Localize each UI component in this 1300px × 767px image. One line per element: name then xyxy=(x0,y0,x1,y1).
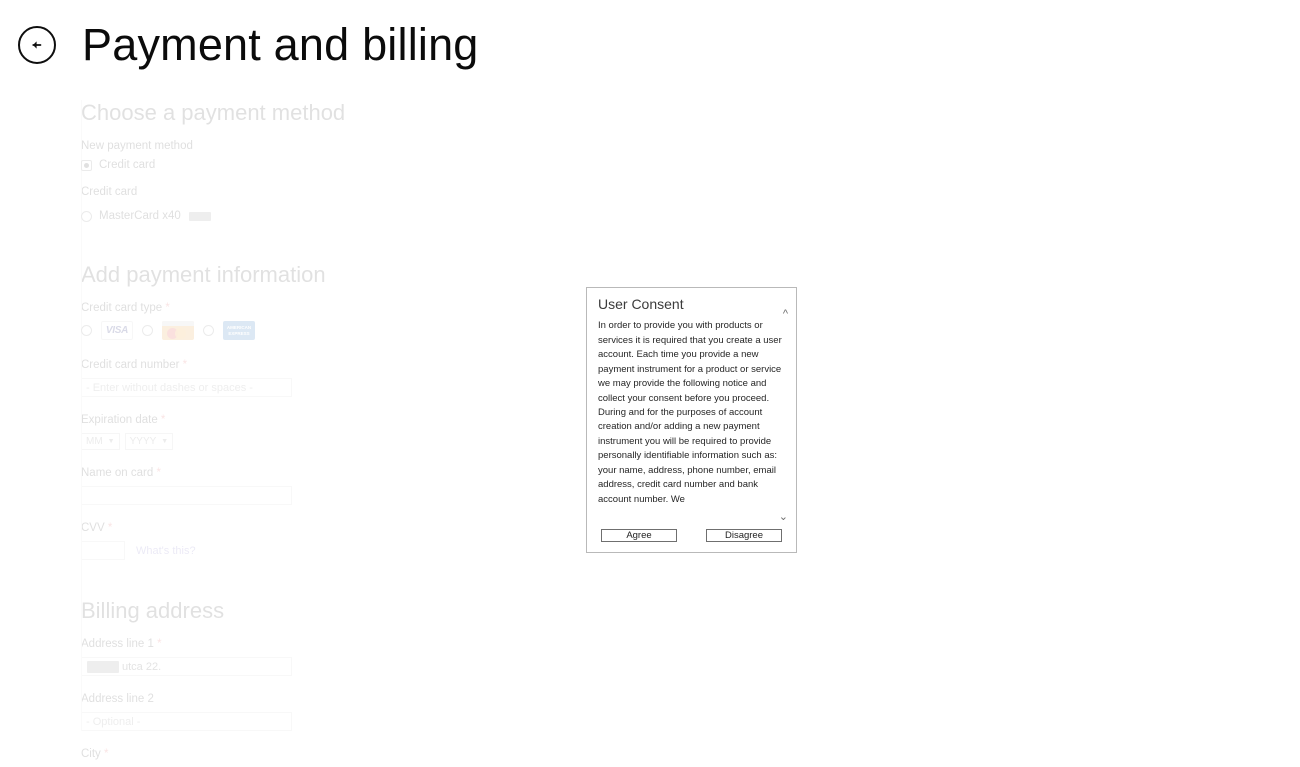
name-on-card-input[interactable] xyxy=(81,486,292,506)
saved-credit-card-label: Credit card xyxy=(81,186,138,199)
section-title-add-payment-information: Add payment information xyxy=(81,262,326,288)
city-label: City * xyxy=(81,748,109,761)
expiration-month-select[interactable]: MM ▼ xyxy=(81,433,120,451)
chevron-down-icon: ▼ xyxy=(107,438,115,446)
cvv-row: What's this? xyxy=(81,541,560,561)
name-on-card-label: Name on card * xyxy=(81,467,161,480)
user-consent-dialog-title: User Consent xyxy=(598,296,684,312)
radio-icon-card-type-mastercard[interactable] xyxy=(142,325,153,337)
address-line-1-value: utca 22. xyxy=(122,660,162,673)
radio-icon-card-type-amex[interactable] xyxy=(203,325,214,337)
agree-button[interactable]: Agree xyxy=(601,529,677,542)
user-consent-dialog-text: In order to provide you with products or… xyxy=(598,320,782,505)
cvv-label: CVV * xyxy=(81,522,113,535)
section-title-choose-payment-method: Choose a payment method xyxy=(81,100,346,125)
visa-logo-icon[interactable]: VISA xyxy=(101,321,133,341)
expiration-date-selects: MM ▼ YYYY ▼ xyxy=(81,433,560,451)
chevron-down-icon[interactable]: ⌄ xyxy=(779,512,788,523)
user-consent-dialog: User Consent ^ In order to provide you w… xyxy=(586,287,797,553)
required-marker: * xyxy=(182,359,188,372)
redaction-block-address xyxy=(87,660,119,673)
radio-option-credit-card[interactable]: Credit card xyxy=(81,159,560,171)
back-arrow-circle-icon[interactable] xyxy=(18,25,56,64)
required-marker: * xyxy=(165,302,170,315)
page-header: Payment and billing xyxy=(0,0,479,67)
credit-card-type-options: VISA AMERICAN EXPRESS xyxy=(81,321,560,341)
required-marker: * xyxy=(156,467,161,480)
left-rail-divider xyxy=(81,100,82,731)
radio-icon-saved-mastercard[interactable] xyxy=(81,210,92,222)
radio-option-saved-mastercard[interactable]: MasterCard x40 xyxy=(81,210,560,222)
redaction-block-card-digits xyxy=(188,211,211,221)
radio-icon-credit-card[interactable] xyxy=(81,159,92,171)
required-marker: * xyxy=(107,522,113,535)
user-consent-dialog-footer: Agree Disagree xyxy=(587,529,796,552)
payment-form-pane: Choose a payment method New payment meth… xyxy=(0,100,560,767)
address-line-1-label: Address line 1 * xyxy=(81,638,162,651)
credit-card-number-label: Credit card number * xyxy=(81,359,188,372)
new-payment-method-label: New payment method xyxy=(81,140,193,153)
user-consent-dialog-body[interactable]: In order to provide you with products or… xyxy=(587,314,796,529)
page-title: Payment and billing xyxy=(82,19,479,70)
mastercard-logo-icon[interactable] xyxy=(162,321,194,341)
required-marker: * xyxy=(160,414,166,427)
required-marker: * xyxy=(157,638,162,651)
expiration-year-value: YYYY xyxy=(129,436,157,448)
amex-logo-icon[interactable]: AMERICAN EXPRESS xyxy=(223,321,255,341)
cvv-input[interactable] xyxy=(81,541,125,561)
whats-this-link[interactable]: What's this? xyxy=(136,545,196,557)
expiration-year-select[interactable]: YYYY ▼ xyxy=(124,433,174,451)
user-consent-dialog-header: User Consent ^ xyxy=(587,288,796,320)
disagree-button[interactable]: Disagree xyxy=(706,529,782,542)
credit-card-number-input[interactable]: - Enter without dashes or spaces - xyxy=(81,378,292,398)
address-line-2-placeholder: - Optional - xyxy=(86,715,141,728)
address-line-2-label: Address line 2 xyxy=(81,693,154,706)
radio-label-credit-card: Credit card xyxy=(99,159,156,172)
credit-card-number-placeholder: - Enter without dashes or spaces - xyxy=(86,381,253,394)
required-marker: * xyxy=(104,748,109,761)
credit-card-type-label: Credit card type * xyxy=(81,302,170,315)
expiration-date-label: Expiration date * xyxy=(81,414,166,427)
radio-label-saved-mastercard: MasterCard x40 xyxy=(99,210,181,223)
chevron-down-icon: ▼ xyxy=(161,438,169,446)
address-line-1-input[interactable]: utca 22. xyxy=(81,657,292,677)
radio-icon-card-type-visa[interactable] xyxy=(81,325,92,337)
address-line-2-input[interactable]: - Optional - xyxy=(81,712,292,732)
expiration-month-value: MM xyxy=(86,436,103,448)
section-title-billing-address: Billing address xyxy=(81,598,225,624)
